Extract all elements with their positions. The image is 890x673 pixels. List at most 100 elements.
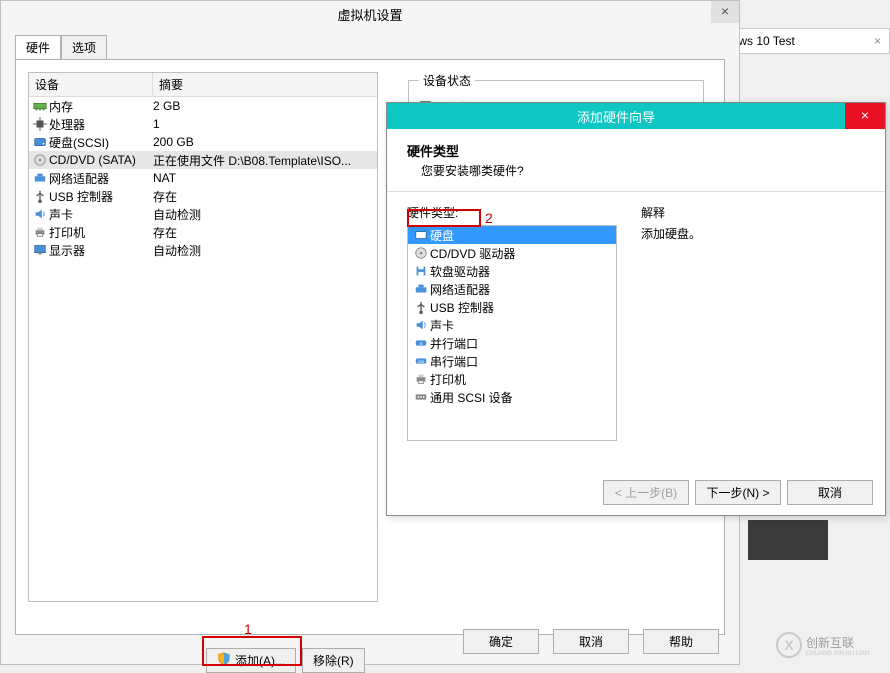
cd-icon (412, 246, 430, 260)
wizard-header-title: 硬件类型 (407, 141, 865, 160)
explanation-text: 添加硬盘。 (641, 225, 865, 242)
logo-mark-icon: X (776, 632, 802, 658)
hardware-type-item[interactable]: CD/DVD 驱动器 (408, 244, 616, 262)
hardware-type-label: 硬盘 (430, 227, 454, 244)
settings-dialog-title-text: 虚拟机设置 (337, 8, 402, 23)
device-summary: 存在 (153, 224, 375, 241)
remove-button-label: 移除(R) (313, 652, 354, 669)
background-tab-close-icon[interactable]: × (874, 34, 881, 48)
printer-icon (31, 225, 49, 239)
wizard-title-bar[interactable]: 添加硬件向导 × (387, 103, 885, 129)
device-row[interactable]: CD/DVD (SATA)正在使用文件 D:\B08.Template\ISO.… (29, 151, 377, 169)
hardware-type-item[interactable]: ≡并行端口 (408, 334, 616, 352)
device-row[interactable]: 网络适配器NAT (29, 169, 377, 187)
hardware-type-item[interactable]: 网络适配器 (408, 280, 616, 298)
back-button: < 上一步(B) (603, 480, 689, 505)
settings-bottom-buttons: 确定 取消 帮助 (463, 629, 719, 654)
device-row[interactable]: 处理器1 (29, 115, 377, 133)
remove-button[interactable]: 移除(R) (302, 648, 365, 673)
cancel-button[interactable]: 取消 (553, 629, 629, 654)
hardware-type-item[interactable]: 软盘驱动器 (408, 262, 616, 280)
display-icon (31, 243, 49, 257)
device-summary: 自动检测 (153, 242, 375, 259)
device-row[interactable]: 显示器自动检测 (29, 241, 377, 259)
help-button[interactable]: 帮助 (643, 629, 719, 654)
explanation-label: 解释 (641, 204, 865, 221)
add-button-label: 添加(A)... (235, 652, 285, 669)
net-icon (31, 171, 49, 185)
background-dark-block (748, 520, 828, 560)
cd-icon (31, 153, 49, 167)
hardware-type-item[interactable]: 通用 SCSI 设备 (408, 388, 616, 406)
device-summary: 200 GB (153, 135, 375, 149)
device-row[interactable]: 打印机存在 (29, 223, 377, 241)
tab-options[interactable]: 选项 (61, 35, 107, 60)
background-tab[interactable]: lows 10 Test × (720, 28, 890, 54)
sound-icon (31, 207, 49, 221)
ok-button[interactable]: 确定 (463, 629, 539, 654)
hardware-type-label: 通用 SCSI 设备 (430, 389, 513, 406)
usb-icon (412, 300, 430, 314)
hardware-type-label: 串行端口 (430, 353, 478, 370)
hardware-type-label: 网络适配器 (430, 281, 490, 298)
serial-icon: oIo (412, 354, 430, 368)
device-status-legend: 设备状态 (419, 72, 475, 89)
hardware-type-item[interactable]: USB 控制器 (408, 298, 616, 316)
wizard-title-text: 添加硬件向导 (387, 107, 845, 126)
tab-hardware[interactable]: 硬件 (15, 35, 61, 60)
device-name: USB 控制器 (49, 188, 153, 205)
device-summary: 1 (153, 117, 375, 131)
background-tab-label: lows 10 Test (729, 34, 874, 48)
device-summary: 存在 (153, 188, 375, 205)
device-row[interactable]: USB 控制器存在 (29, 187, 377, 205)
hardware-type-item[interactable]: 硬盘 (408, 226, 616, 244)
net-icon (412, 282, 430, 296)
hardware-type-label: CD/DVD 驱动器 (430, 245, 515, 262)
device-name: 网络适配器 (49, 170, 153, 187)
device-list: 设备 摘要 内存2 GB处理器1硬盘(SCSI)200 GBCD/DVD (SA… (28, 72, 378, 602)
device-summary: 自动检测 (153, 206, 375, 223)
next-button[interactable]: 下一步(N) > (695, 480, 781, 505)
device-row[interactable]: 硬盘(SCSI)200 GB (29, 133, 377, 151)
device-column-header[interactable]: 设备 (29, 73, 153, 96)
hardware-type-item[interactable]: 声卡 (408, 316, 616, 334)
device-summary: NAT (153, 171, 375, 185)
add-button[interactable]: 添加(A)... (206, 648, 296, 673)
hardware-type-label: 软盘驱动器 (430, 263, 490, 280)
hardware-type-item[interactable]: 打印机 (408, 370, 616, 388)
settings-dialog-close-button[interactable]: × (711, 1, 739, 23)
memory-icon (31, 99, 49, 113)
summary-column-header[interactable]: 摘要 (153, 73, 377, 96)
device-summary: 正在使用文件 D:\B08.Template\ISO... (153, 152, 375, 169)
shield-icon (217, 652, 231, 669)
device-row[interactable]: 内存2 GB (29, 97, 377, 115)
hardware-types-column: 硬件类型: 硬盘CD/DVD 驱动器软盘驱动器网络适配器USB 控制器声卡≡并行… (407, 204, 617, 441)
wizard-cancel-button[interactable]: 取消 (787, 480, 873, 505)
device-name: 显示器 (49, 242, 153, 259)
hardware-type-label: 声卡 (430, 317, 454, 334)
hardware-type-label: USB 控制器 (430, 299, 494, 316)
parallel-icon: ≡ (412, 336, 430, 350)
hardware-types-list[interactable]: 硬盘CD/DVD 驱动器软盘驱动器网络适配器USB 控制器声卡≡并行端口oIo串… (407, 225, 617, 441)
floppy-icon (412, 264, 430, 278)
logo-text-main: 创新互联 (806, 634, 869, 651)
wizard-header-subtitle: 您要安装哪类硬件? (421, 162, 865, 179)
add-remove-buttons: 添加(A)... 移除(R) (206, 648, 391, 673)
device-name: CD/DVD (SATA) (49, 153, 153, 167)
usb-icon (31, 189, 49, 203)
logo-text-sub: CHUANG XIN HU LIAN (806, 651, 869, 657)
hardware-types-label: 硬件类型: (407, 204, 617, 221)
annotation-label-1: 1 (244, 621, 252, 637)
sound-icon (412, 318, 430, 332)
disk-icon (31, 135, 49, 149)
settings-tab-strip: 硬件 选项 (15, 34, 739, 59)
watermark-logo: X 创新互联 CHUANG XIN HU LIAN (776, 629, 886, 661)
settings-dialog-title: 虚拟机设置 × (1, 1, 739, 28)
add-hardware-wizard-dialog: 添加硬件向导 × 硬件类型 您要安装哪类硬件? 硬件类型: 硬盘CD/DVD 驱… (386, 102, 886, 516)
wizard-bottom-buttons: < 上一步(B) 下一步(N) > 取消 (603, 480, 873, 505)
device-summary: 2 GB (153, 99, 375, 113)
wizard-close-button[interactable]: × (845, 103, 885, 129)
device-row[interactable]: 声卡自动检测 (29, 205, 377, 223)
device-name: 硬盘(SCSI) (49, 134, 153, 151)
hardware-type-item[interactable]: oIo串行端口 (408, 352, 616, 370)
